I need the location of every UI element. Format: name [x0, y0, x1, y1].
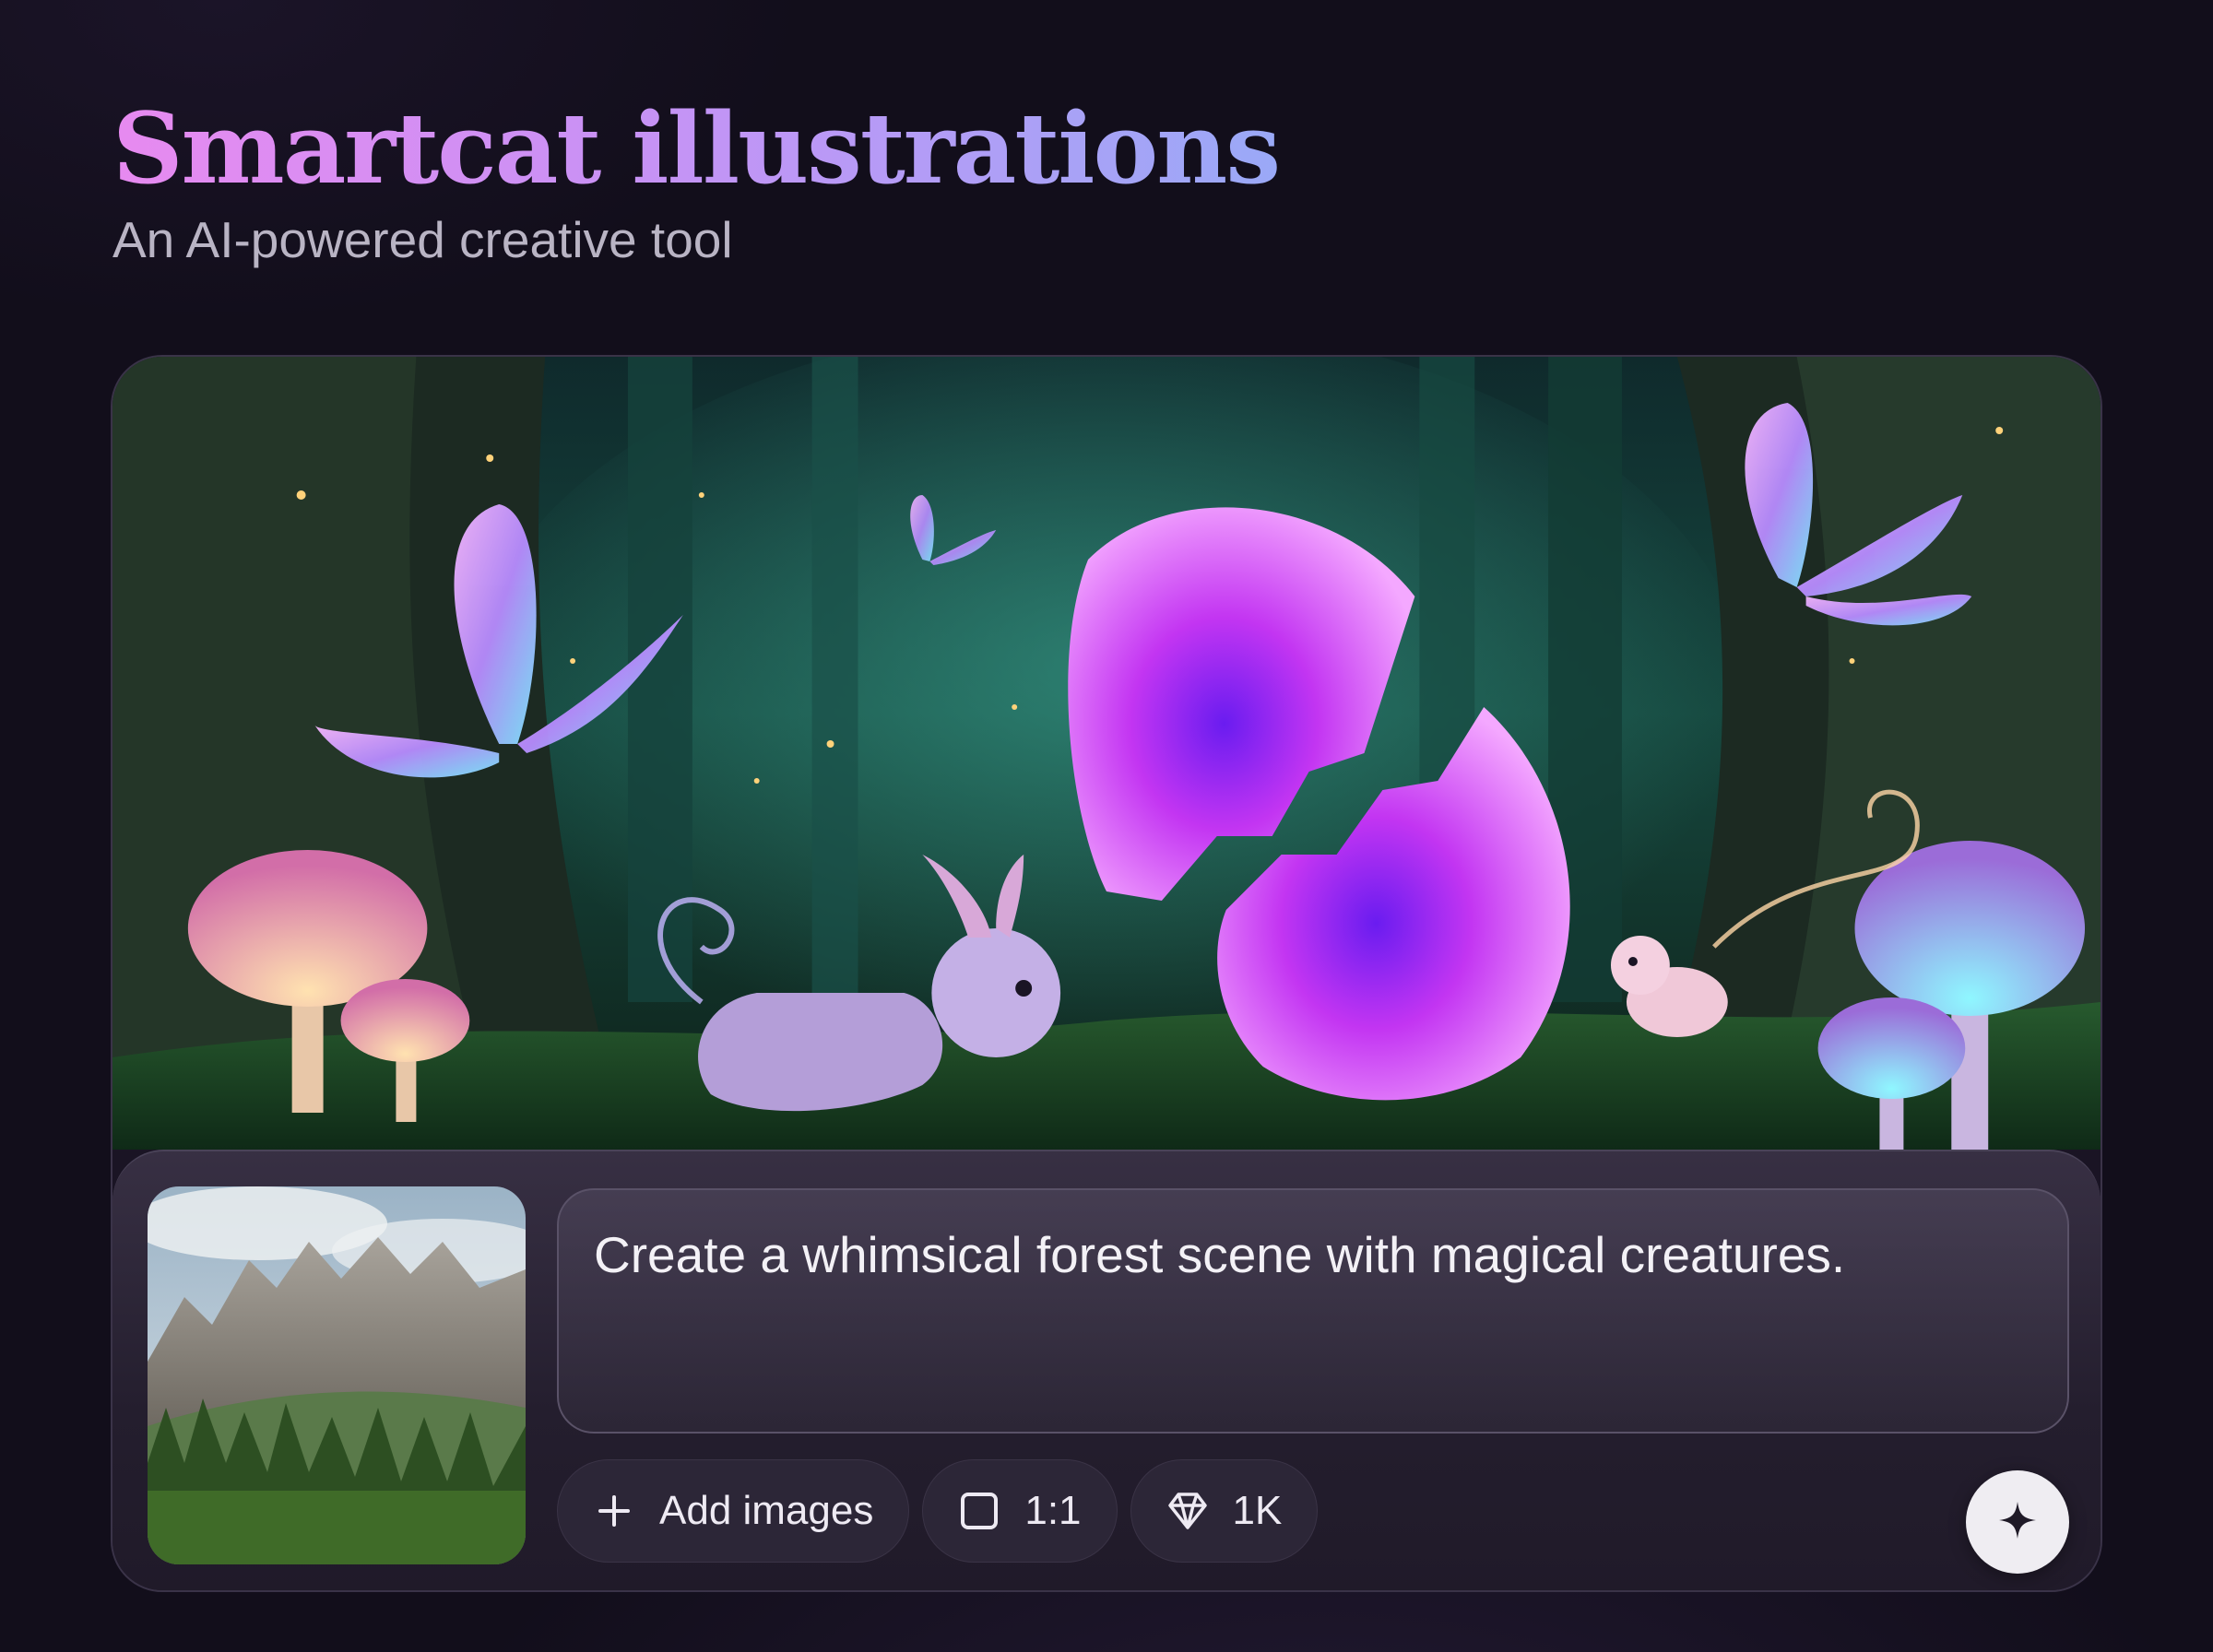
hero-illustration — [112, 357, 2101, 1150]
resolution-button[interactable]: 1K — [1130, 1459, 1319, 1563]
aspect-ratio-button[interactable]: 1:1 — [922, 1459, 1118, 1563]
page-subtitle: An AI-powered creative tool — [112, 210, 733, 268]
add-images-label: Add images — [659, 1488, 874, 1533]
prompt-input[interactable]: Create a whimsical forest scene with mag… — [557, 1188, 2069, 1434]
generate-button[interactable] — [1966, 1470, 2069, 1574]
generator-card: Create a whimsical forest scene with mag… — [111, 355, 2102, 1592]
sparkle-icon — [1996, 1499, 2039, 1546]
prompt-text: Create a whimsical forest scene with mag… — [594, 1226, 1846, 1283]
square-icon — [958, 1490, 1000, 1532]
resolution-label: 1K — [1232, 1488, 1283, 1533]
reference-image-thumbnail[interactable] — [148, 1186, 526, 1564]
page-title: Smartcat illustrations — [112, 90, 1281, 206]
diamond-icon — [1166, 1490, 1209, 1532]
add-images-button[interactable]: Add images — [557, 1459, 910, 1563]
page-header: Smartcat illustrations An AI-powered cre… — [112, 90, 1281, 269]
prompt-composer: Create a whimsical forest scene with mag… — [112, 1150, 2101, 1590]
plus-icon — [593, 1490, 635, 1532]
aspect-ratio-label: 1:1 — [1024, 1488, 1082, 1533]
options-bar: Add images 1:1 1K — [557, 1459, 1319, 1563]
